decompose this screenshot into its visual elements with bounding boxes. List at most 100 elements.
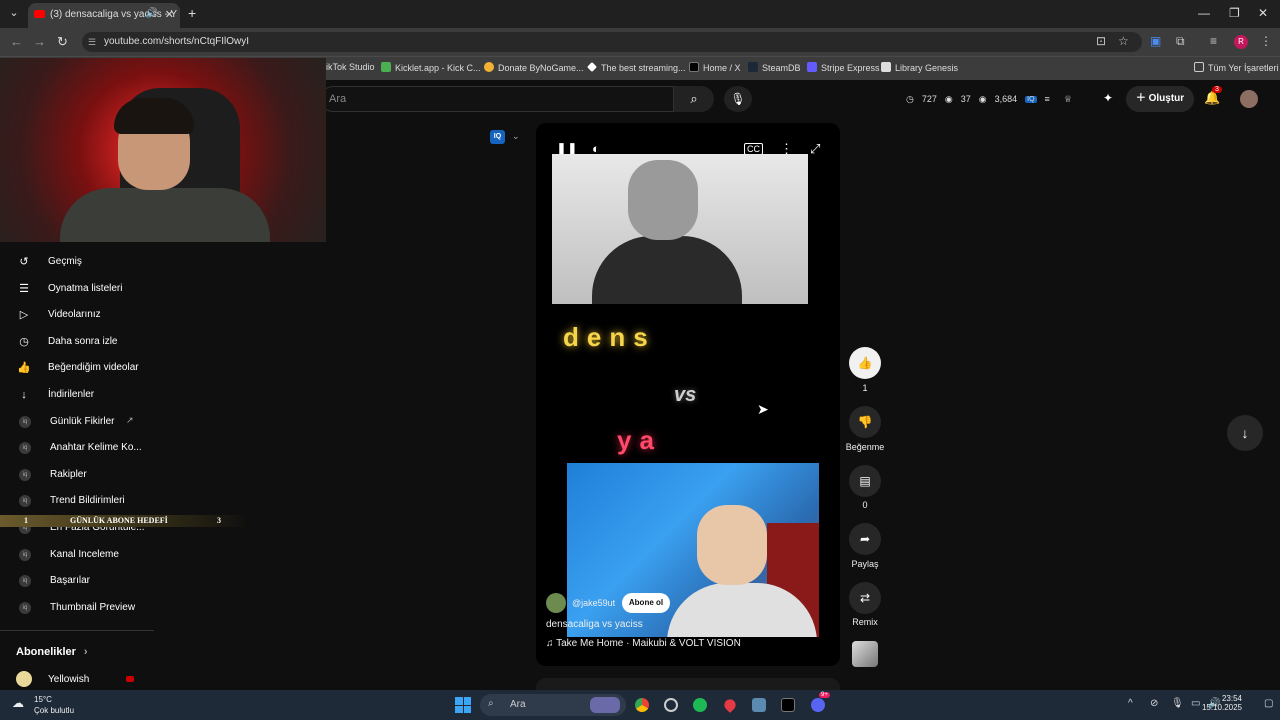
video-frame-bottom xyxy=(567,463,819,637)
like-button[interactable]: 👍 xyxy=(849,347,881,379)
spotify-icon[interactable] xyxy=(693,698,707,712)
media-control-icon[interactable]: ≡ xyxy=(1210,34,1217,48)
vidiq-icon[interactable]: IQ xyxy=(1025,95,1037,103)
goal-label: GÜNLÜK ABONE HEDEFİ xyxy=(70,516,168,525)
goal-target: 3 xyxy=(217,516,221,525)
tray-overflow-icon[interactable]: ^ xyxy=(1128,698,1133,709)
subscription-item-label[interactable]: Yellowish xyxy=(48,674,89,685)
search-input[interactable]: Ara xyxy=(320,86,674,112)
bookmark-item[interactable]: Library Genesis xyxy=(881,62,958,73)
bookmark-item[interactable]: SteamDB xyxy=(748,62,801,73)
sidebar-tool-trend-alerts[interactable]: iq Trend Bildirimleri xyxy=(0,489,245,513)
sidebar-tool-channel-review[interactable]: iq Kanal Inceleme xyxy=(0,543,245,567)
network-off-icon[interactable]: ⊘ xyxy=(1150,698,1158,709)
thumbs-up-icon: 👍 xyxy=(857,356,873,370)
bookmark-item[interactable]: Stripe Express xyxy=(807,62,880,73)
search-icon[interactable]: ⌕ xyxy=(674,86,714,112)
sidebar-tool-thumbnail-preview[interactable]: iq Thumbnail Preview xyxy=(0,596,245,620)
remix-button[interactable]: ⇄ xyxy=(849,582,881,614)
bookmark-item[interactable]: The best streaming... xyxy=(587,62,686,73)
browser-menu-icon[interactable]: ⋮ xyxy=(1260,34,1272,48)
sidebar-item-downloads[interactable]: ↓ İndirilenler xyxy=(0,383,245,407)
app-icon[interactable] xyxy=(752,698,766,712)
sparkle-icon[interactable]: ✦ xyxy=(1103,91,1113,105)
stripe-icon xyxy=(807,62,817,72)
share-button[interactable]: ➦ xyxy=(849,523,881,555)
comments-button[interactable]: ▤ xyxy=(849,465,881,497)
taskbar-search[interactable]: ⌕ Ara xyxy=(480,694,626,716)
profile-avatar[interactable]: R xyxy=(1234,35,1248,49)
vidiq-tool-icon: iq xyxy=(19,469,31,481)
site-info-icon[interactable]: ☰ xyxy=(88,37,96,48)
steamdb-icon xyxy=(748,62,758,72)
bookmark-star-icon[interactable]: ☆ xyxy=(1118,34,1129,48)
sidebar-item-your-videos[interactable]: ▷ Videolarınız xyxy=(0,303,245,327)
subscribe-button[interactable]: Abone ol xyxy=(622,593,670,613)
bookmark-item[interactable]: Kicklet.app - Kick C... xyxy=(381,62,481,73)
notifications-bell-icon[interactable]: 🔔 3 xyxy=(1204,86,1222,106)
channel-handle[interactable]: @jake59ut xyxy=(572,598,615,608)
overlay-text-vs: vs xyxy=(674,384,697,406)
back-icon[interactable]: ← xyxy=(10,34,23,49)
cloud-icon: ☁ xyxy=(12,696,24,710)
sidebar-item-liked-videos[interactable]: 👍 Beğendiğim videolar xyxy=(0,356,245,380)
sidebar-item-playlists[interactable]: ☰ Oynatma listeleri xyxy=(0,277,245,301)
stat-views-2: 3,684 xyxy=(994,94,1018,104)
sidebar-item-watch-later[interactable]: ◷ Daha sonra izle xyxy=(0,330,245,354)
maps-pin-icon[interactable] xyxy=(722,697,738,713)
tab-close-icon[interactable]: ✕ xyxy=(165,8,174,21)
all-bookmarks[interactable]: Tüm Yer İşaretleri xyxy=(1194,62,1279,73)
avatar[interactable] xyxy=(546,593,566,613)
install-app-icon[interactable]: ⊡ xyxy=(1096,34,1106,48)
app-icon[interactable] xyxy=(781,698,795,712)
browser-tab[interactable]: (3) densacaliga vs yaciss - Y 🔊 ✕ xyxy=(28,3,180,28)
extensions-icon[interactable]: ⧉ xyxy=(1176,34,1185,49)
chrome-icon[interactable] xyxy=(635,698,649,712)
sidebar-tool-daily-ideas[interactable]: iq Günlük Fikirler ↗ xyxy=(0,410,245,434)
new-tab-button[interactable]: + xyxy=(188,5,196,21)
create-button[interactable]: ＋ Oluştur xyxy=(1126,86,1194,112)
bookmark-item[interactable]: Donate ByNoGame... xyxy=(484,62,584,73)
stat-views-1: 37 xyxy=(960,94,971,104)
subscriptions-header[interactable]: Abonelikler › xyxy=(16,646,88,658)
tab-search-icon[interactable]: ⌄ xyxy=(6,6,22,22)
url-field[interactable]: ☰ youtube.com/shorts/nCtqFIlOwyI xyxy=(82,32,1142,52)
microphone-icon[interactable]: 🎙 xyxy=(724,86,752,112)
sidebar-tool-competitors[interactable]: iq Rakipler xyxy=(0,463,245,487)
close-window-icon[interactable]: ✕ xyxy=(1258,6,1268,20)
short-music[interactable]: ♫ Take Me Home · Maikubi & VOLT VISION xyxy=(546,638,741,649)
translate-icon[interactable]: ▣ xyxy=(1150,34,1161,48)
eye-stat-icon: ◉ xyxy=(944,93,953,104)
bookmark-item[interactable]: ikTok Studio xyxy=(326,62,375,72)
notifications-icon[interactable]: ▢ xyxy=(1264,698,1273,709)
short-title[interactable]: densacaliga vs yaciss xyxy=(546,619,643,630)
sidebar-tool-keywords[interactable]: iq Anahtar Kelime Ko... xyxy=(0,436,245,460)
fullscreen-icon[interactable]: ⤢ xyxy=(810,141,820,157)
streamer-hair xyxy=(114,98,194,134)
restore-icon[interactable]: ❐ xyxy=(1229,6,1240,20)
sidebar-tool-achievements[interactable]: iq Başarılar xyxy=(0,569,245,593)
vidiq-chip[interactable]: IQ ⌄ xyxy=(490,128,524,148)
weather-temp: 15°C xyxy=(34,695,52,704)
list-icon[interactable]: ≡ xyxy=(1045,94,1050,104)
weather-desc: Çok bulutlu xyxy=(34,706,75,715)
forward-icon[interactable]: → xyxy=(33,34,46,49)
microphone-icon[interactable]: 🎙 xyxy=(1171,698,1184,709)
reload-icon[interactable]: ↻ xyxy=(57,34,68,50)
url-text: youtube.com/shorts/nCtqFIlOwyI xyxy=(104,36,250,47)
discord-icon[interactable] xyxy=(811,698,825,712)
avatar[interactable] xyxy=(1240,90,1258,108)
sidebar-item-history[interactable]: ↺ Geçmiş xyxy=(0,250,245,274)
bookmark-item[interactable]: Home / X xyxy=(689,62,741,73)
thumbs-down-icon: 👎 xyxy=(857,415,873,429)
sound-thumbnail[interactable] xyxy=(852,641,878,667)
tab-audio-icon[interactable]: 🔊 xyxy=(146,8,158,19)
windows-start-icon[interactable] xyxy=(455,697,471,713)
next-short-preview[interactable] xyxy=(536,678,840,690)
trophy-icon[interactable]: ♕ xyxy=(1064,94,1072,105)
next-short-button[interactable]: ↓ xyxy=(1227,415,1263,451)
taskbar-clock[interactable]: 23:54 15.10.2025 xyxy=(1200,694,1242,712)
dislike-button[interactable]: 👎 xyxy=(849,406,881,438)
minimize-icon[interactable]: — xyxy=(1198,6,1210,20)
app-icon[interactable] xyxy=(664,698,678,712)
